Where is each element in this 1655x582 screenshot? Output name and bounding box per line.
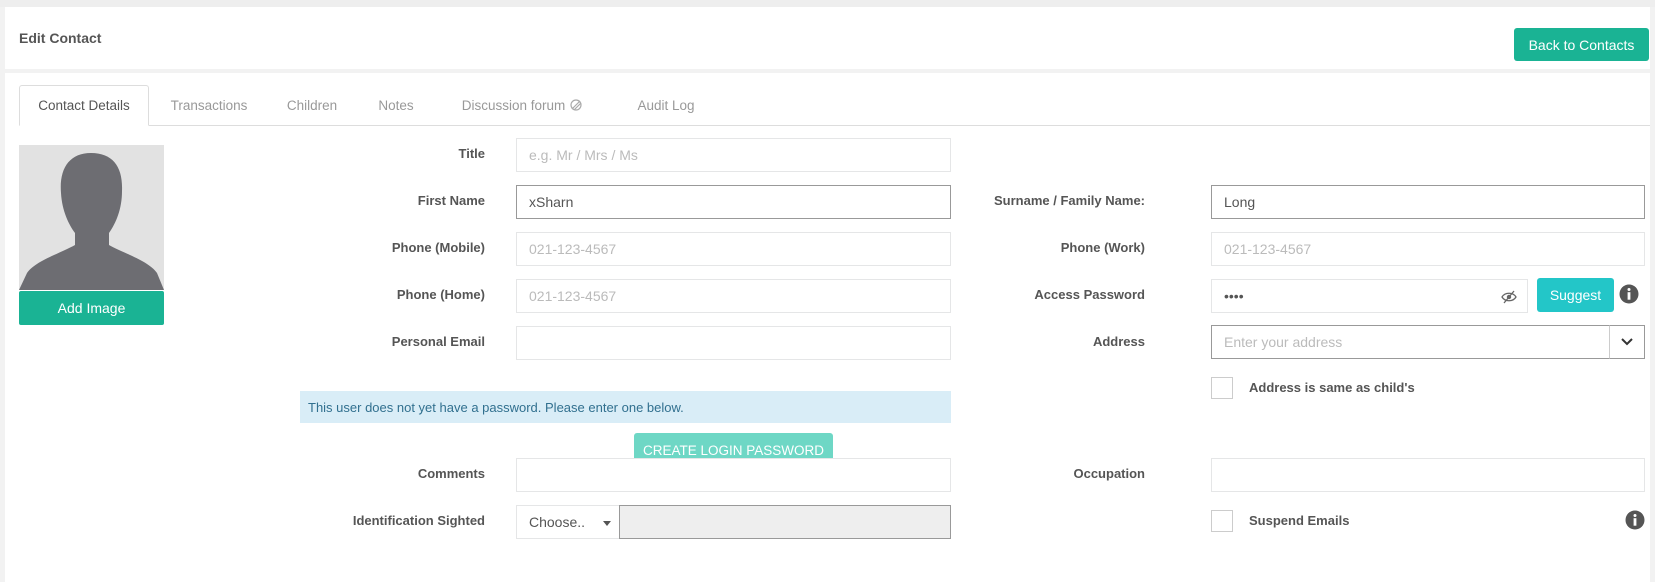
occupation-label: Occupation — [1073, 466, 1145, 481]
first-name-input[interactable]: xSharn — [516, 185, 951, 219]
address-label: Address — [1092, 334, 1145, 349]
tab-discussion-forum[interactable]: Discussion forum — [437, 85, 607, 125]
page-header: Edit Contact Back to Contacts — [5, 7, 1650, 69]
access-password-label: Access Password — [1034, 287, 1145, 302]
add-image-button[interactable]: Add Image — [19, 291, 164, 325]
password-notice: This user does not yet have a password. … — [300, 391, 951, 423]
first-name-label: First Name — [417, 193, 485, 208]
eye-slash-icon[interactable] — [1501, 290, 1517, 304]
tab-contact-details[interactable]: Contact Details — [19, 85, 149, 126]
comments-label: Comments — [417, 466, 485, 481]
surname-input[interactable]: Long — [1211, 185, 1645, 219]
comments-input[interactable] — [516, 458, 951, 492]
address-same-checkbox[interactable] — [1211, 377, 1233, 399]
address-same-label: Address is same as child's — [1249, 380, 1415, 395]
tab-children[interactable]: Children — [269, 85, 355, 125]
title-label: Title — [458, 146, 486, 161]
address-dropdown-button[interactable] — [1609, 325, 1645, 359]
suggest-password-button[interactable]: Suggest — [1537, 278, 1614, 312]
tab-audit-log[interactable]: Audit Log — [616, 85, 716, 125]
person-silhouette-icon — [19, 153, 164, 290]
identification-select[interactable]: Choose.. — [516, 505, 620, 539]
info-icon[interactable] — [1619, 284, 1639, 304]
phone-mobile-input[interactable]: 021-123-4567 — [516, 232, 951, 266]
title-input[interactable]: e.g. Mr / Mrs / Ms — [516, 138, 951, 172]
phone-mobile-label: Phone (Mobile) — [391, 240, 485, 255]
forum-icon — [570, 99, 582, 111]
surname-label: Surname / Family Name: — [994, 193, 1145, 208]
page-title: Edit Contact — [19, 30, 102, 46]
address-input[interactable]: Enter your address — [1211, 325, 1610, 359]
occupation-input[interactable] — [1211, 458, 1645, 492]
tab-notes[interactable]: Notes — [359, 85, 433, 125]
phone-work-label: Phone (Work) — [1060, 240, 1145, 255]
chevron-down-icon — [1621, 338, 1633, 346]
personal-email-input[interactable] — [516, 326, 951, 360]
phone-home-input[interactable]: 021-123-4567 — [516, 279, 951, 313]
suspend-emails-label: Suspend Emails — [1249, 513, 1350, 528]
tab-transactions[interactable]: Transactions — [153, 85, 265, 125]
tab-bar: Contact Details Transactions Children No… — [19, 85, 1650, 126]
suspend-emails-checkbox[interactable] — [1211, 510, 1233, 532]
avatar — [19, 145, 164, 290]
top-band — [0, 0, 1655, 7]
contact-panel: Contact Details Transactions Children No… — [5, 73, 1650, 582]
access-password-input[interactable]: •••• — [1211, 279, 1528, 313]
phone-work-input[interactable]: 021-123-4567 — [1211, 232, 1645, 266]
back-to-contacts-button[interactable]: Back to Contacts — [1514, 28, 1649, 61]
phone-home-label: Phone (Home) — [396, 287, 485, 302]
identification-label: Identification Sighted — [352, 513, 485, 528]
caret-down-icon — [603, 521, 611, 526]
info-icon[interactable] — [1625, 510, 1645, 530]
personal-email-label: Personal Email — [391, 334, 485, 349]
identification-detail-field — [619, 505, 951, 539]
